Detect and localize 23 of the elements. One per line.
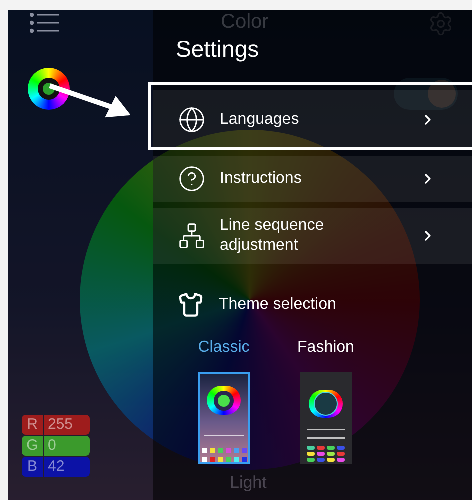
section-heading: Theme selection xyxy=(219,295,336,315)
light-label: Light xyxy=(230,472,267,494)
hierarchy-icon xyxy=(178,222,206,250)
classic-theme-preview-drawing[interactable] xyxy=(198,372,250,464)
power-toggle[interactable] xyxy=(394,78,458,110)
shirt-icon xyxy=(178,292,204,318)
settings-row[interactable]: Line sequence adjustment xyxy=(153,208,472,264)
theme-label[interactable]: Classic xyxy=(198,336,250,360)
channel-value: 0 xyxy=(44,436,90,456)
channel-label: G xyxy=(22,436,43,456)
question-icon xyxy=(178,165,206,193)
fashion-theme-preview-drawing[interactable] xyxy=(300,372,352,464)
settings-row[interactable]: Instructions xyxy=(153,156,472,202)
settings-row[interactable]: Languages xyxy=(153,90,472,150)
menu-icon[interactable] xyxy=(30,13,60,33)
settings-title: Settings xyxy=(176,36,260,62)
channel-value: 255 xyxy=(44,415,90,435)
color-wheel-icon[interactable] xyxy=(28,68,70,110)
channel-label: R xyxy=(22,415,43,435)
channel-value: 42 xyxy=(44,457,90,477)
theme-label[interactable]: Fashion xyxy=(298,336,354,360)
channel-label: B xyxy=(22,457,43,477)
globe-icon xyxy=(178,106,206,134)
